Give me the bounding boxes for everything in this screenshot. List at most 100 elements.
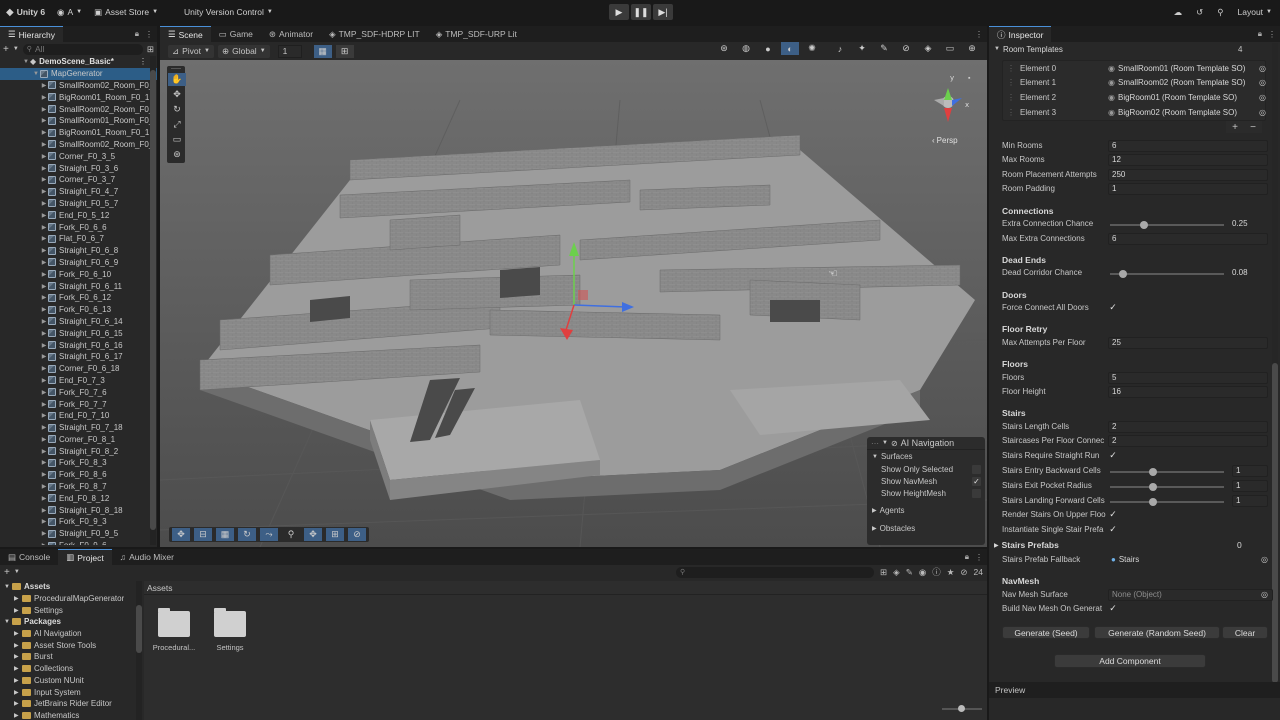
version-control-button[interactable]: Unity Version Control ▼: [178, 0, 279, 24]
hierarchy-item[interactable]: ▶ Fork_F0_6_6: [0, 221, 157, 233]
render-stairs-checkbox[interactable]: ✓: [1108, 509, 1118, 520]
gizmos-dropdown[interactable]: ⊕: [963, 42, 981, 55]
array-size-field[interactable]: 4: [1238, 45, 1242, 54]
foldout-icon[interactable]: ▶: [40, 542, 48, 545]
more-icon[interactable]: ⋮: [1268, 30, 1276, 39]
foldout-icon[interactable]: ▶: [40, 235, 48, 242]
more-icon[interactable]: ⋮: [139, 57, 147, 66]
path-icon[interactable]: ⤳: [260, 528, 278, 541]
hierarchy-item[interactable]: ▶ Straight_F0_3_6: [0, 162, 157, 174]
hierarchy-item[interactable]: ▶ Straight_F0_6_16: [0, 339, 157, 351]
play-button[interactable]: ▶: [609, 4, 629, 20]
hierarchy-item[interactable]: ▶ Fork_F0_9_3: [0, 516, 157, 528]
pause-button[interactable]: ❚❚: [631, 4, 651, 20]
object-picker-icon[interactable]: ◎: [1261, 590, 1268, 599]
min-rooms-field[interactable]: 6: [1108, 139, 1268, 152]
foldout-icon[interactable]: ▶: [40, 94, 48, 101]
foldout-icon[interactable]: ▶: [40, 448, 48, 455]
foldout-icon[interactable]: ▶: [40, 224, 48, 231]
tab-inspector[interactable]: ⓘ Inspector: [989, 26, 1052, 42]
refresh-icon[interactable]: ↻: [238, 528, 256, 541]
search-icon[interactable]: ⚲: [1217, 7, 1223, 18]
max-extra-conn-field[interactable]: 6: [1108, 232, 1268, 245]
tab-tmp-sdf-hdrp-lit[interactable]: ◈ TMP_SDF-HDRP LIT: [321, 26, 428, 42]
hierarchy-item[interactable]: ▶ Flat_F0_6_7: [0, 233, 157, 245]
zoom-icon[interactable]: ⚲: [282, 528, 300, 541]
instantiate-single-checkbox[interactable]: ✓: [1108, 524, 1118, 535]
foldout-icon[interactable]: ▶: [40, 165, 48, 172]
foldout-icon[interactable]: ▶: [40, 117, 48, 124]
label-icon[interactable]: ✎: [906, 567, 913, 578]
foldout-icon[interactable]: ▶: [14, 689, 22, 696]
hierarchy-item[interactable]: ▶ Fork_F0_6_10: [0, 268, 157, 280]
info-icon[interactable]: ⓘ: [932, 566, 941, 578]
stairs-exit-slider[interactable]: [1108, 480, 1226, 492]
persp-label[interactable]: ‹ Persp: [932, 136, 958, 145]
ai-nav-option[interactable]: Show Only Selected: [867, 463, 985, 475]
foldout-icon[interactable]: ▶: [40, 212, 48, 219]
max-attempts-floor-field[interactable]: 25: [1108, 336, 1268, 349]
hierarchy-item[interactable]: ▶ Straight_F0_6_9: [0, 257, 157, 269]
hierarchy-item[interactable]: ▶ Fork_F0_6_12: [0, 292, 157, 304]
grid-toggle[interactable]: ▦: [313, 44, 332, 58]
foldout-icon[interactable]: ▶: [40, 342, 48, 349]
more-icon[interactable]: ⋮: [975, 30, 983, 39]
hierarchy-item[interactable]: ▶ Corner_F0_6_18: [0, 363, 157, 375]
project-tree-item[interactable]: ▼ Assets: [4, 581, 142, 593]
foldout-icon[interactable]: ▶: [40, 271, 48, 278]
foldout-icon[interactable]: ▶: [14, 653, 22, 660]
tab-tmp-sdf-urp-lit[interactable]: ◈ TMP_SDF-URP Lit: [428, 26, 525, 42]
lighting-icon[interactable]: ✺: [803, 42, 821, 55]
grid-snap-field[interactable]: 1: [277, 44, 302, 58]
orientation-icon[interactable]: ⊛: [715, 42, 733, 55]
foldout-icon[interactable]: ▶: [40, 389, 48, 396]
scale-tool-icon[interactable]: ⤢: [168, 118, 186, 131]
hand-tool-icon[interactable]: ✋: [168, 73, 186, 86]
root-object[interactable]: ▼ MapGenerator: [0, 67, 157, 80]
tab-scene[interactable]: ☰ Scene: [160, 26, 211, 42]
preview-bar[interactable]: Preview: [989, 682, 1280, 698]
foldout-icon[interactable]: ▶: [40, 365, 48, 372]
gizmo-icon[interactable]: ◈: [919, 42, 937, 55]
project-tree-scrollbar[interactable]: [136, 581, 142, 720]
ai-nav-option[interactable]: Show HeightMesh: [867, 487, 985, 499]
extra-connection-value[interactable]: 0.25: [1232, 219, 1260, 228]
hierarchy-item[interactable]: ▶ End_F0_5_12: [0, 209, 157, 221]
foldout-icon[interactable]: ▶: [40, 318, 48, 325]
asset-store-button[interactable]: ▣ Asset Store ▼: [88, 0, 164, 24]
tab-audio-mixer[interactable]: ♫ Audio Mixer: [112, 549, 182, 565]
more-icon[interactable]: ⋮: [975, 553, 983, 562]
filter-icon[interactable]: ⊞: [147, 44, 154, 55]
add-component-button[interactable]: Add Component: [1054, 654, 1206, 668]
hierarchy-item[interactable]: ▶ Fork_F0_8_7: [0, 481, 157, 493]
hierarchy-search-input[interactable]: ⚲ All: [22, 43, 143, 55]
foldout-icon[interactable]: ▶: [40, 283, 48, 290]
extra-connection-slider[interactable]: [1108, 218, 1226, 230]
account-button[interactable]: ◉ A ▼: [51, 0, 88, 24]
filter-type-icon[interactable]: ◈: [893, 567, 900, 578]
foldout-icon[interactable]: ▶: [40, 518, 48, 525]
asset-folder[interactable]: Settings: [206, 608, 254, 652]
dead-corridor-slider[interactable]: [1108, 267, 1226, 279]
foldout-icon[interactable]: ▶: [14, 665, 22, 672]
hierarchy-item[interactable]: ▶ SmallRoom01_Room_F0_: [0, 115, 157, 127]
force-connect-checkbox[interactable]: ✓: [1108, 302, 1118, 313]
stairs-entry-field[interactable]: 1: [1232, 464, 1268, 477]
foldout-icon[interactable]: ▶: [40, 436, 48, 443]
foldout-icon[interactable]: ▶: [40, 176, 48, 183]
obstacles-foldout[interactable]: ▶ Obstacles: [867, 519, 985, 537]
surfaces-foldout[interactable]: ▼ Surfaces: [867, 450, 985, 463]
foldout-icon[interactable]: ▶: [40, 377, 48, 384]
scene-view[interactable]: ☜ y x ‹ Persp ▪ ✋ ✥ ↻ ⤢ ▭ ⊛ ✥ ⊟ ▦ ↻ ⤳ ⚲ …: [160, 60, 987, 547]
project-tree-item[interactable]: ▶ AI Navigation: [4, 628, 142, 640]
project-tree-item[interactable]: ▶ Settings: [4, 604, 142, 616]
hierarchy-item[interactable]: ▶ Straight_F0_6_14: [0, 316, 157, 328]
foldout-icon[interactable]: ▶: [40, 401, 48, 408]
hierarchy-item[interactable]: ▶ Fork_F0_9_6: [0, 540, 157, 545]
pivot-dropdown[interactable]: ⊿ Pivot ▼: [168, 44, 214, 58]
hierarchy-item[interactable]: ▶ Straight_F0_4_7: [0, 186, 157, 198]
build-icon[interactable]: ⊞: [326, 528, 344, 541]
stairs-prefabs-foldout[interactable]: ▶ Stairs Prefabs 0: [994, 539, 1258, 551]
project-tree-item[interactable]: ▼ Packages: [4, 616, 142, 628]
foldout-icon[interactable]: ▶: [14, 607, 22, 614]
